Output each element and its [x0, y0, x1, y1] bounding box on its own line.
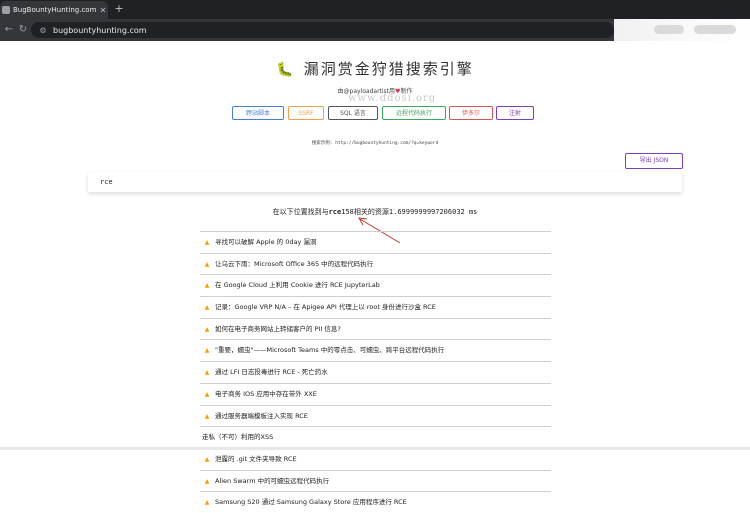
result-title[interactable]: Alien Swarm 中的可蠕虫远程代码执行	[215, 477, 329, 485]
fire-icon: ▲	[204, 239, 210, 246]
result-item[interactable]: 走私（不可）利用的XSS	[200, 426, 551, 448]
result-item[interactable]: ▲ 通过服务器端模板注入实现 RCE	[200, 404, 551, 427]
category-button-idor[interactable]: 伊多尔	[449, 106, 493, 120]
category-button-rce[interactable]: 远程代码执行	[382, 106, 446, 120]
search-input[interactable]: rce	[88, 172, 682, 192]
new-tab-button[interactable]: +	[113, 2, 125, 16]
export-json-button[interactable]: 导出 JSON	[625, 153, 683, 169]
result-title[interactable]: 寻找可以破解 Apple 的 0day 漏洞	[215, 238, 316, 246]
result-title[interactable]: 在 Google Cloud 上利用 Cookie 进行 RCE Jupyter…	[215, 281, 380, 289]
bug-icon: 🐛	[276, 62, 294, 78]
result-item[interactable]: ▲ 在 Google Cloud 上利用 Cookie 进行 RCE Jupyte…	[200, 274, 551, 296]
result-item[interactable]: ▲ 泄露的 .git 文件夹导致 RCE	[200, 447, 551, 470]
result-item[interactable]: ▲ 让乌云下雨：Microsoft Office 365 中的远程代码执行	[200, 252, 551, 275]
page-title-block: 🐛 漏洞赏金狩猎搜索引擎	[0, 58, 750, 79]
fire-icon: ▲	[204, 325, 210, 333]
fire-icon: ▲	[204, 477, 210, 485]
address-bar[interactable]: ⚙ bugbountyhunting.com	[31, 22, 614, 38]
category-button-injection[interactable]: 注射	[496, 106, 534, 120]
result-item[interactable]: ▲ Samsung S20 通过 Samsung Galaxy Store 应用程…	[200, 491, 551, 513]
result-title[interactable]: 通过 LFI 日志投毒进行 RCE - 死亡药水	[215, 368, 328, 376]
back-button[interactable]: ←	[3, 23, 15, 37]
result-keyword: rce	[328, 208, 342, 216]
result-item[interactable]: ▲ Alien Swarm 中的可蠕虫远程代码执行	[200, 469, 551, 492]
browser-tab[interactable]: BugBountyHunting.com - Bi ✕	[0, 1, 108, 19]
result-item[interactable]: ▲ 记录：Google VRP N/A – 在 Apigee API 代理上以 r…	[200, 296, 551, 318]
site-favicon-icon	[2, 6, 10, 14]
fire-icon: ▲	[204, 412, 210, 420]
url-text: bugbountyhunting.com	[53, 25, 147, 35]
tab-close-icon[interactable]: ✕	[98, 6, 108, 15]
search-example: 搜索示例: http://bugbountyhunting.com/?q=key…	[311, 141, 439, 146]
extensions-area	[614, 19, 750, 41]
browser-toolbar: ← ↻ ⚙ bugbountyhunting.com	[0, 19, 750, 41]
result-title[interactable]: 电子商务 IOS 应用中存在带外 XXE	[215, 390, 317, 398]
tab-title: BugBountyHunting.com - Bi	[13, 6, 98, 14]
result-item[interactable]: ▲ 寻找可以破解 Apple 的 0day 漏洞	[200, 231, 551, 253]
category-button-sql[interactable]: SQL 语言	[328, 106, 378, 120]
fire-icon: ▲	[204, 390, 210, 398]
result-item[interactable]: ▲ 电子商务 IOS 应用中存在带外 XXE	[200, 382, 551, 405]
fire-icon: ▲	[204, 304, 210, 312]
category-button-ssrf[interactable]: SSRF	[288, 106, 324, 120]
page-title: 漏洞赏金狩猎搜索引擎	[303, 60, 474, 78]
results-list: ▲ 寻找可以破解 Apple 的 0day 漏洞 ▲ 让乌云下雨：Microsoft…	[200, 231, 551, 513]
fire-icon: ▲	[204, 282, 210, 290]
extension-chip[interactable]	[654, 25, 684, 34]
result-item[interactable]: ▲ "重要，蠕虫"——Microsoft Teams 中的零点击、可蠕虫、跨平台远…	[200, 339, 551, 361]
result-title[interactable]: 走私（不可）利用的XSS	[202, 433, 273, 441]
result-item[interactable]: ▲ 通过 LFI 日志投毒进行 RCE - 死亡药水	[200, 361, 551, 383]
fire-icon: ▲	[204, 499, 210, 507]
extension-chip[interactable]	[694, 25, 736, 34]
result-title[interactable]: 记录：Google VRP N/A – 在 Apigee API 代理上以 ro…	[215, 303, 436, 311]
category-button-xss[interactable]: 跨站脚本	[232, 106, 284, 120]
result-title[interactable]: 让乌云下雨：Microsoft Office 365 中的远程代码执行	[215, 260, 373, 268]
site-settings-icon[interactable]: ⚙	[38, 26, 48, 35]
result-title[interactable]: "重要，蠕虫"——Microsoft Teams 中的零点击、可蠕虫、跨平台远程…	[215, 346, 444, 354]
result-title[interactable]: 泄露的 .git 文件夹导致 RCE	[215, 455, 297, 463]
fire-icon: ▲	[204, 455, 210, 463]
fire-icon: ▲	[204, 347, 210, 355]
result-prefix: 在以下位置找到与	[272, 208, 329, 216]
fire-icon: ▲	[204, 369, 210, 377]
result-title[interactable]: 通过服务器端模板注入实现 RCE	[215, 412, 308, 420]
result-title[interactable]: 如何在电子商务网站上转储客户的 PII 信息?	[215, 325, 341, 333]
result-title[interactable]: Samsung S20 通过 Samsung Galaxy Store 应用程序…	[215, 498, 407, 506]
browser-tab-bar: BugBountyHunting.com - Bi ✕ +	[0, 0, 750, 19]
fire-icon: ▲	[204, 260, 210, 268]
result-item[interactable]: ▲ 如何在电子商务网站上转储客户的 PII 信息?	[200, 317, 551, 340]
watermark: www.ddosi.org	[348, 93, 437, 104]
reload-button[interactable]: ↻	[17, 23, 29, 37]
